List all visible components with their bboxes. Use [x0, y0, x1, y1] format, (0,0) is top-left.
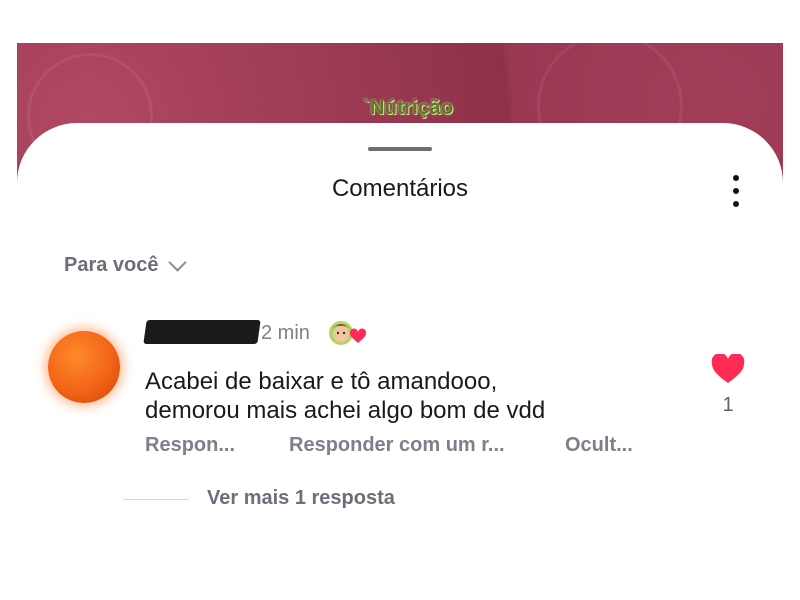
username-redacted[interactable] — [143, 320, 261, 344]
replies-divider — [123, 499, 189, 500]
more-vertical-icon — [733, 188, 739, 194]
more-options-button[interactable] — [723, 173, 749, 209]
comment-text: Acabei de baixar e tô amandooo, demorou … — [145, 367, 665, 425]
reply-with-button[interactable]: Responder com um r... — [289, 434, 505, 457]
heart-icon[interactable] — [711, 354, 745, 384]
hide-button[interactable]: Ocult... — [565, 434, 633, 457]
comment-timestamp: 2 min — [261, 322, 310, 344]
sticker-badge-icon — [329, 321, 367, 345]
chevron-down-icon — [167, 253, 187, 272]
sheet-title: Comentários — [331, 175, 469, 202]
brand-logo-text: `Nútrição — [363, 97, 454, 119]
comment-text-line: Acabei de baixar e tô amandooo, — [145, 368, 498, 395]
more-vertical-icon — [733, 201, 739, 207]
like-count: 1 — [722, 394, 734, 416]
view-more-replies-button[interactable]: Ver mais 1 resposta — [207, 487, 395, 510]
sort-label: Para você — [64, 254, 159, 276]
avatar[interactable] — [48, 331, 120, 403]
comments-sheet: Comentários Para você 2 min Acabei de ba… — [17, 123, 783, 600]
sort-dropdown[interactable]: Para você — [64, 253, 187, 277]
comment-text-line: demorou mais achei algo bom de vdd — [145, 397, 546, 424]
more-vertical-icon — [733, 175, 739, 181]
reply-button[interactable]: Respon... — [145, 434, 235, 457]
sheet-drag-handle[interactable] — [368, 147, 432, 151]
